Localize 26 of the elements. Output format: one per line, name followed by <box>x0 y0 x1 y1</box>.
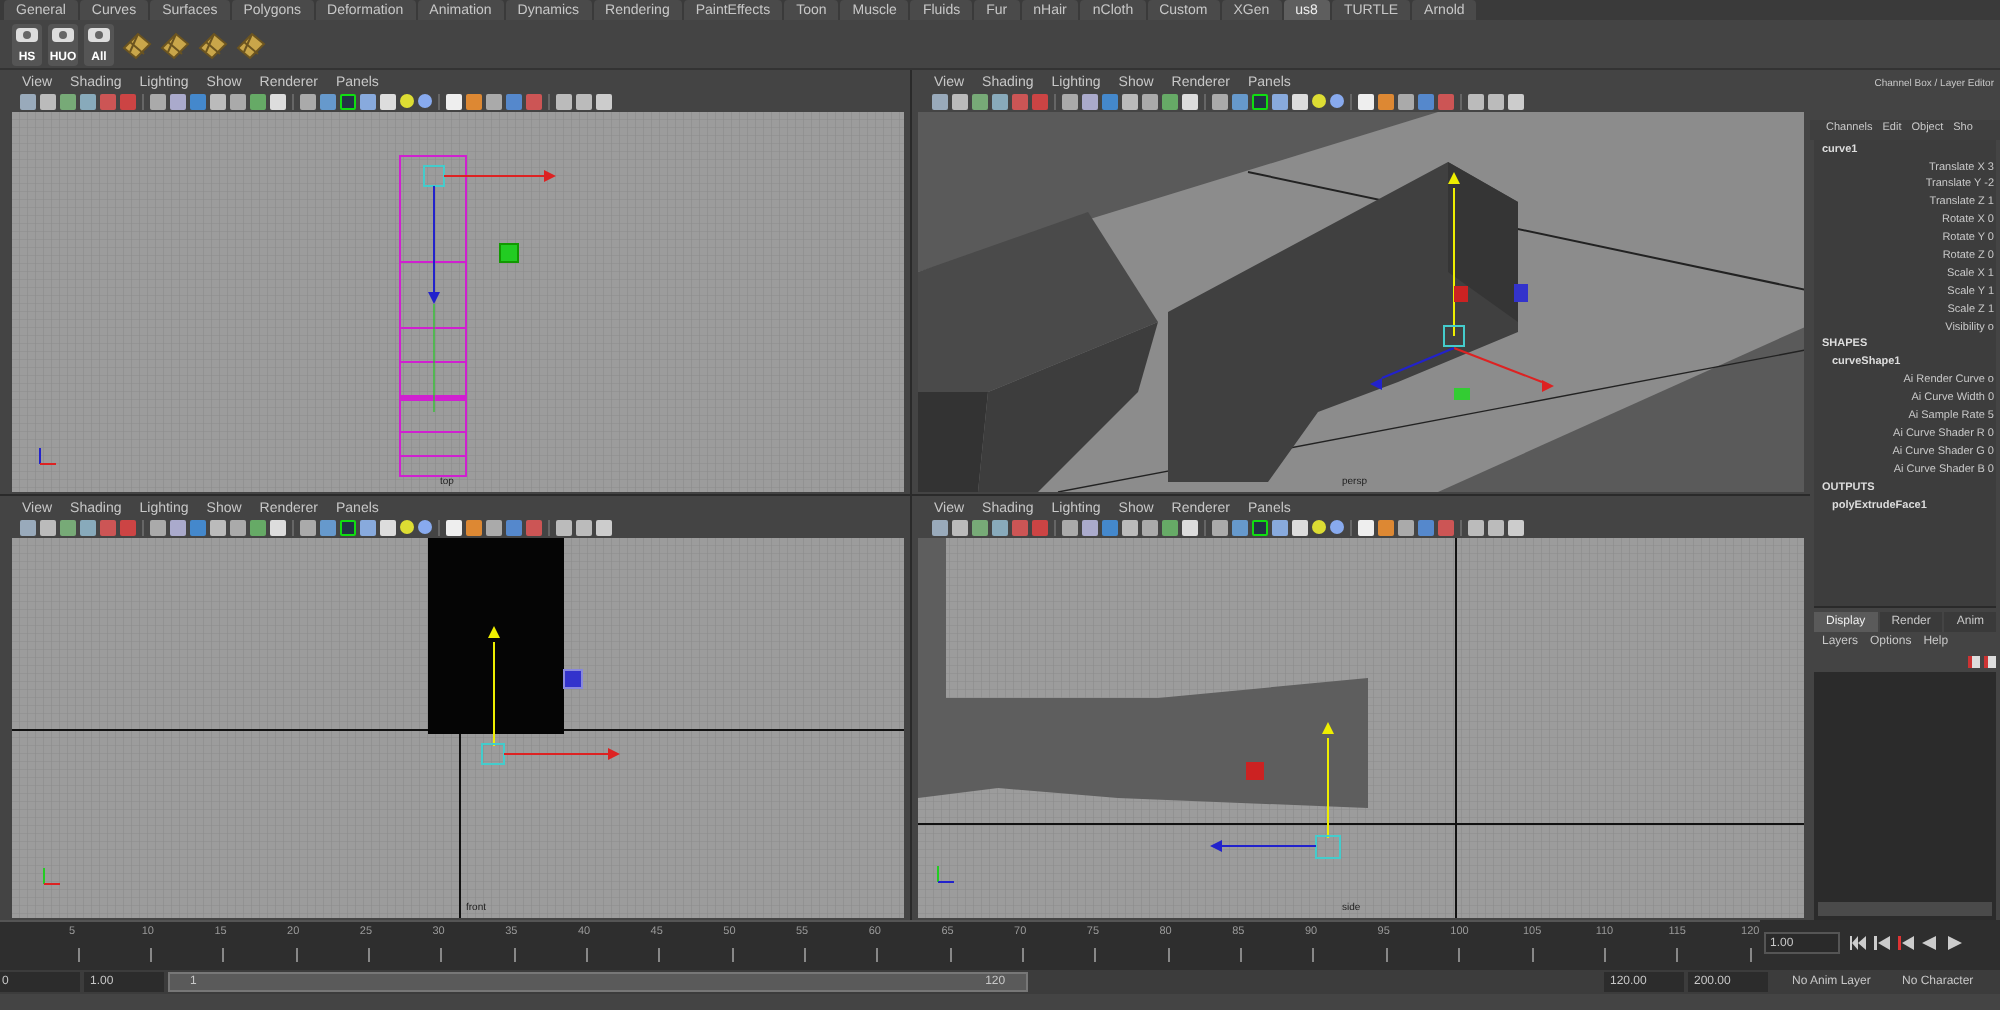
handle-square[interactable] <box>1454 286 1468 302</box>
tiles-icon[interactable] <box>196 28 228 60</box>
camera-icon <box>88 25 110 41</box>
camera-icon <box>52 25 74 41</box>
skip-start-icon[interactable] <box>1850 936 1866 950</box>
handle-square[interactable] <box>499 243 519 263</box>
tiles-icon[interactable] <box>158 28 190 60</box>
handle-square[interactable] <box>1454 388 1470 400</box>
move-manipulator[interactable] <box>481 626 620 765</box>
handle-square[interactable] <box>1246 762 1264 780</box>
axis-icon <box>937 865 955 883</box>
handle-square[interactable] <box>563 669 583 689</box>
move-manipulator[interactable] <box>1210 722 1341 859</box>
axis-icon <box>43 867 61 885</box>
play-back-icon[interactable] <box>1922 936 1938 950</box>
keyframe-back-icon[interactable] <box>1898 936 1914 950</box>
viewport-canvas[interactable] <box>918 112 1804 492</box>
play-icon[interactable] <box>1946 936 1962 950</box>
step-back-icon[interactable] <box>1874 936 1890 950</box>
tiles-icon[interactable] <box>234 28 266 60</box>
camera-icon <box>16 25 38 41</box>
viewport-canvas[interactable] <box>12 538 904 918</box>
handle-square[interactable] <box>1514 284 1528 302</box>
tiles-icon[interactable] <box>120 28 152 60</box>
scroll-bar[interactable] <box>1818 902 1992 916</box>
axis-icon <box>39 447 57 465</box>
